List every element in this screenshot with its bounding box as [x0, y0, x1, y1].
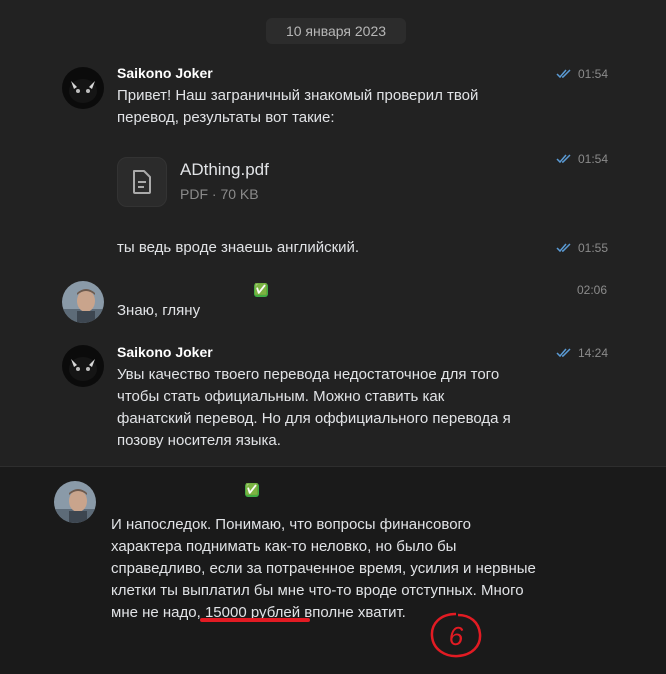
- avatar-image: [62, 281, 104, 323]
- message-text: Привет! Наш заграничный знакомый провери…: [117, 85, 478, 129]
- message-text: ты ведь вроде знаешь английский.: [117, 237, 359, 259]
- message-line: И напоследок. Понимаю, что вопросы финан…: [111, 516, 472, 533]
- file-meta: PDF · 70 KB: [180, 186, 259, 202]
- message-line: чтобы стать официальным. Можно ставить к…: [117, 388, 445, 405]
- message-text: Увы качество твоего перевода недостаточн…: [117, 364, 511, 452]
- read-ticks-icon: [556, 348, 571, 358]
- verified-check-icon: ✅: [254, 283, 268, 297]
- avatar-user[interactable]: [62, 281, 104, 323]
- message-time: 02:06: [577, 283, 608, 297]
- date-separator: 10 января 2023: [266, 18, 406, 44]
- message-time: 01:54: [556, 152, 608, 166]
- read-ticks-icon: [556, 69, 571, 79]
- message-line: перевод, результаты вот такие:: [117, 109, 335, 126]
- message-line: Увы качество твоего перевода недостаточн…: [117, 366, 500, 383]
- message-time: 01:54: [556, 67, 608, 81]
- message-line: справедливо, если за потраченное время, …: [111, 560, 536, 577]
- message-line: клетки ты выплатил бы мне что-то вроде о…: [111, 582, 524, 599]
- avatar-image: [62, 345, 104, 387]
- avatar-image: [62, 67, 104, 109]
- circled-number-annotation: 6: [430, 612, 482, 658]
- message-line: фанатский перевод. Но для оффициального …: [117, 410, 511, 427]
- read-ticks-icon: [556, 154, 571, 164]
- message-line: Привет! Наш заграничный знакомый провери…: [117, 87, 479, 104]
- message-line: позову носителя языка.: [117, 432, 281, 449]
- read-ticks-icon: [556, 243, 571, 253]
- author-name[interactable]: Saikono Joker: [117, 344, 213, 360]
- avatar-saikono-joker[interactable]: [62, 67, 104, 109]
- document-icon: [133, 170, 151, 194]
- avatar-user[interactable]: [54, 481, 96, 523]
- file-attachment-icon[interactable]: [117, 157, 167, 207]
- red-underline-annotation: [200, 618, 310, 622]
- message-time: 14:24: [556, 346, 608, 360]
- message-text: Знаю, гляну: [117, 300, 200, 322]
- author-name[interactable]: Saikono Joker: [117, 65, 213, 81]
- message-line: Знаю, гляну: [117, 302, 201, 319]
- verified-check-icon: ✅: [245, 483, 259, 497]
- avatar-image: [54, 481, 96, 523]
- message-line: характера поднимать как-то неловко, но б…: [111, 538, 457, 555]
- message-text: И напоследок. Понимаю, что вопросы финан…: [111, 514, 536, 624]
- file-name[interactable]: ADthing.pdf: [180, 160, 269, 180]
- annotation-number: 6: [449, 621, 464, 651]
- message-line: ты ведь вроде знаешь английский.: [117, 239, 360, 256]
- avatar-saikono-joker[interactable]: [62, 345, 104, 387]
- message-time: 01:55: [556, 241, 608, 255]
